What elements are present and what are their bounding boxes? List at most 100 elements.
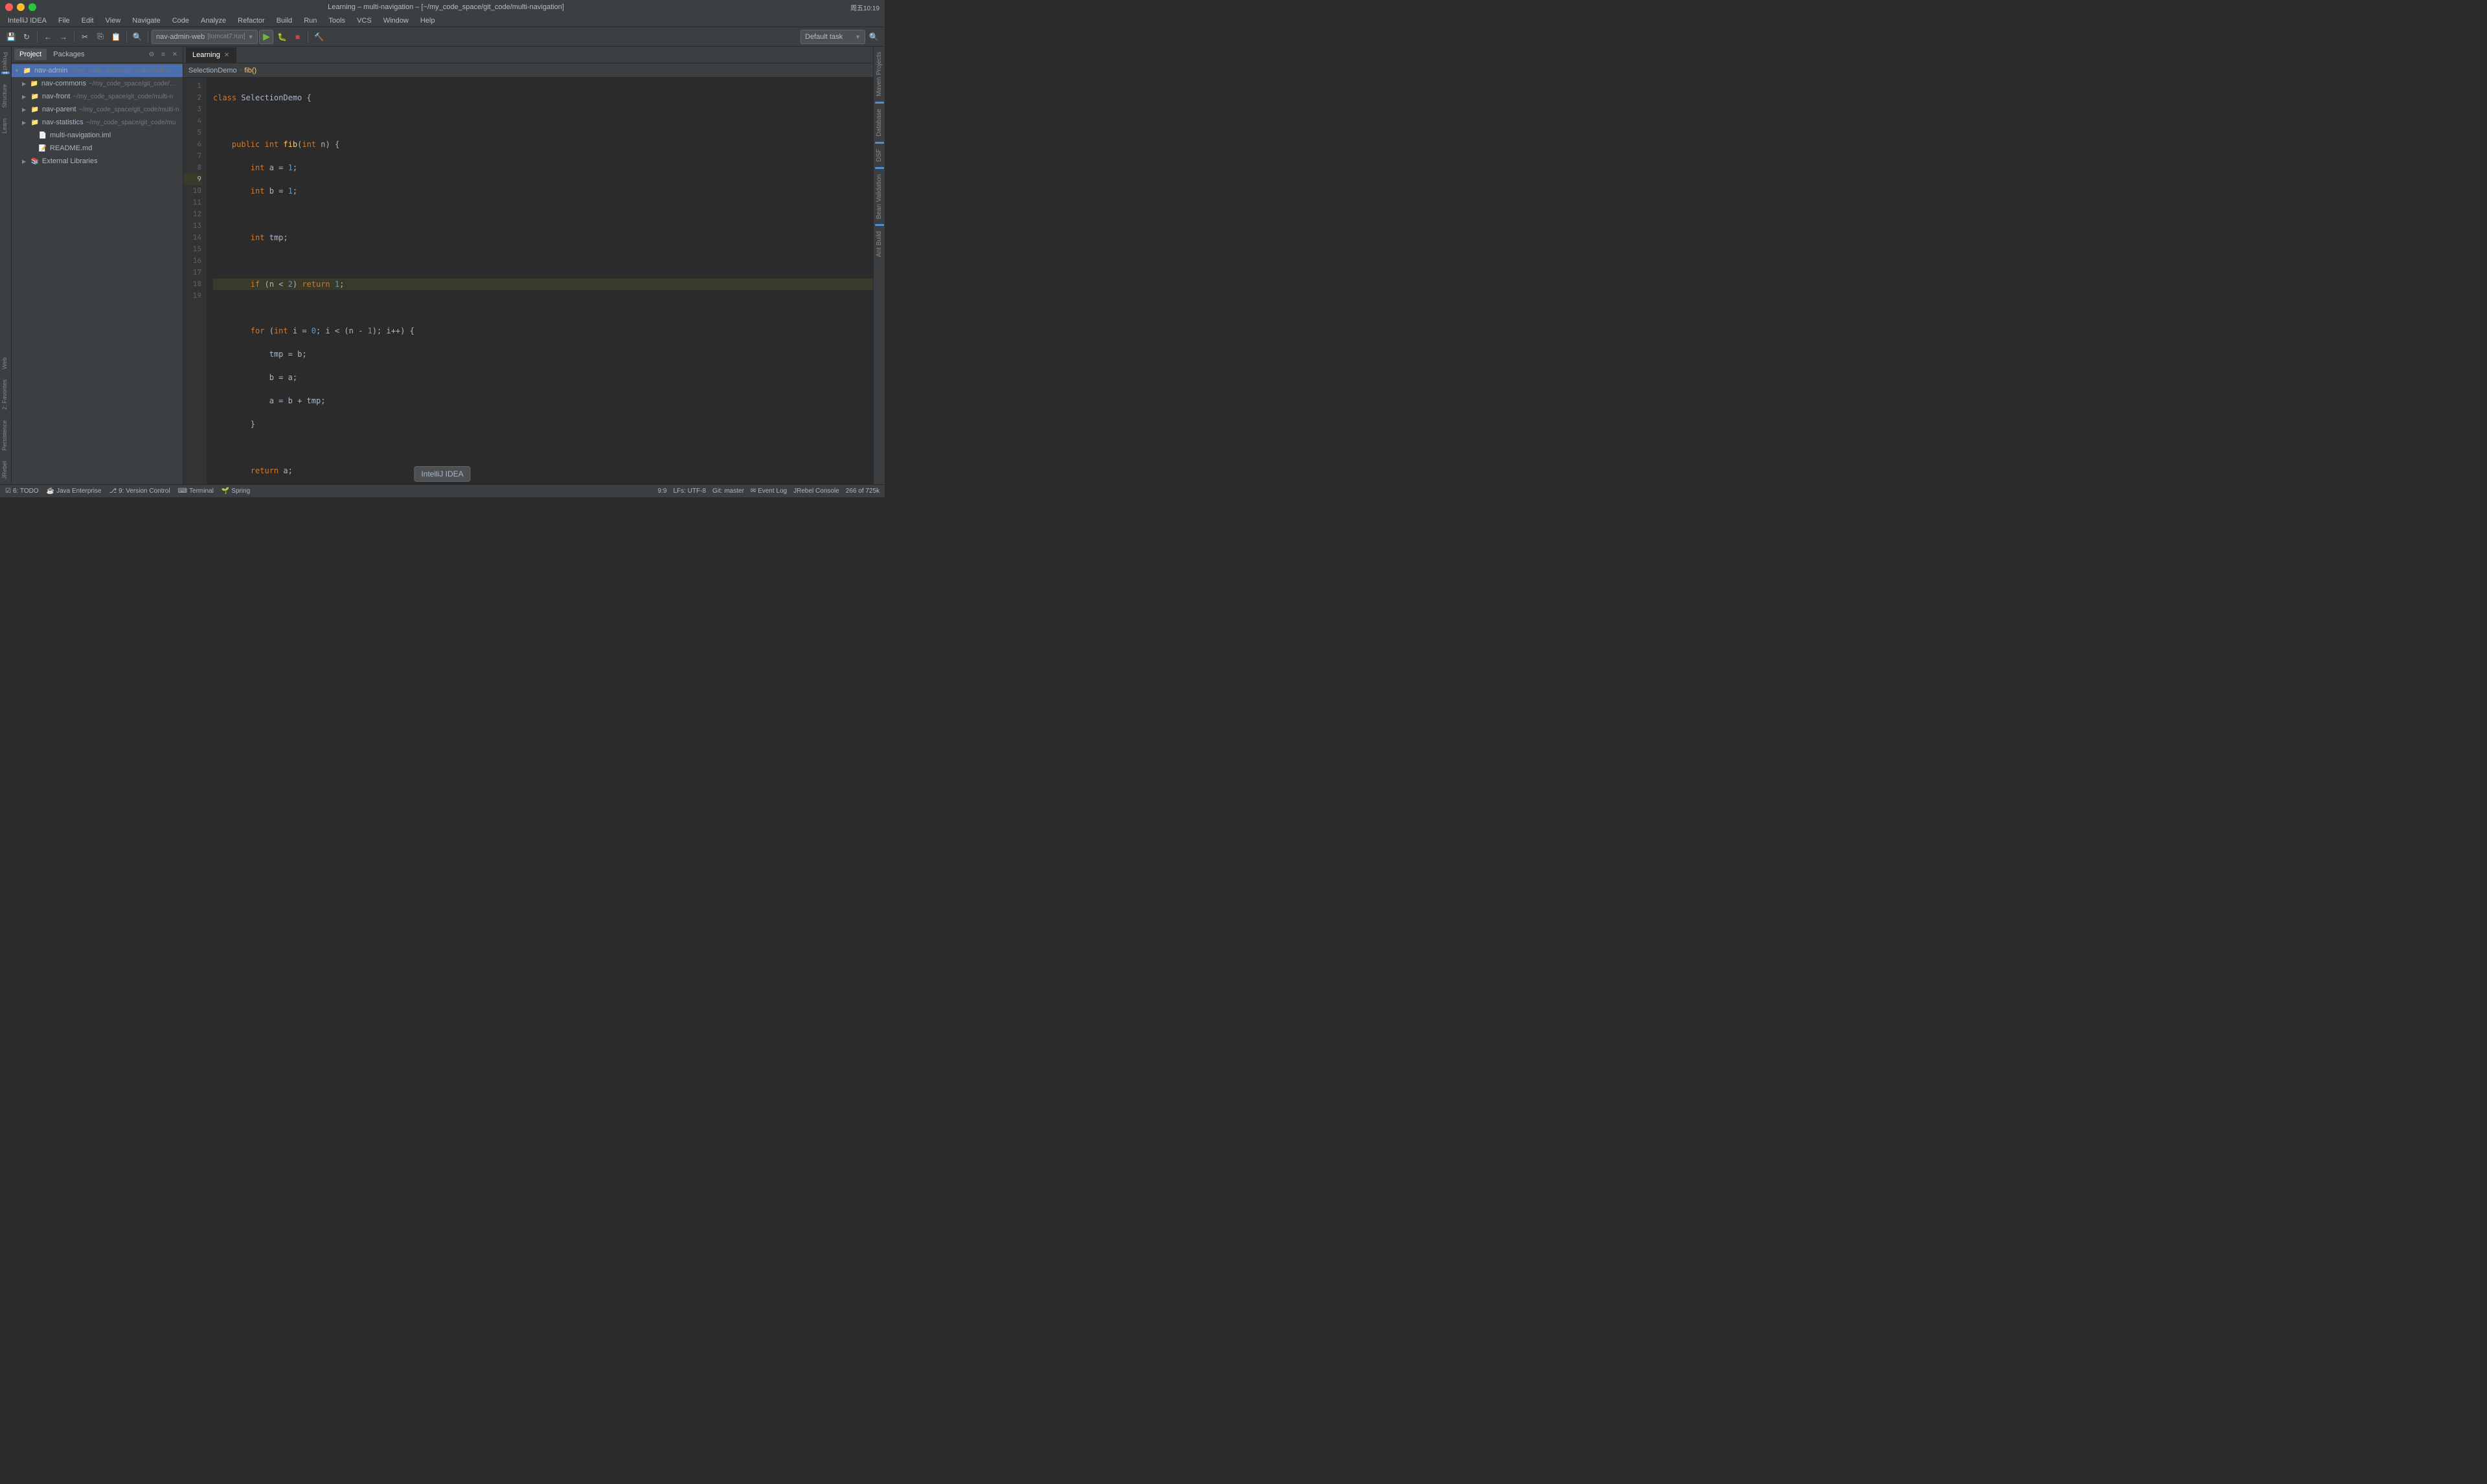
menu-analyze[interactable]: Analyze (196, 16, 231, 26)
tool-structure[interactable]: Structure (0, 79, 11, 113)
menu-help[interactable]: Help (415, 16, 440, 26)
terminal-icon: ⌨ (178, 488, 187, 495)
menu-run[interactable]: Run (299, 16, 322, 26)
tool-project[interactable]: 1Project (0, 47, 11, 79)
project-filter-icon[interactable]: ≡ (158, 49, 168, 60)
status-cursor[interactable]: 9:9 (658, 488, 667, 495)
terminal-label: Terminal (189, 488, 214, 495)
tool-ant-build[interactable]: Ant Build (874, 229, 884, 260)
menu-app[interactable]: IntelliJ IDEA (3, 16, 52, 26)
code-line-1: class SelectionDemo { (213, 92, 873, 104)
toolbar-find-btn[interactable]: 🔍 (130, 30, 144, 44)
title-right: 周五10:19 (850, 3, 880, 12)
close-button[interactable] (5, 3, 13, 11)
tool-maven[interactable]: Maven Projects (874, 49, 884, 99)
toolbar-build-btn[interactable]: 🔨 (312, 30, 326, 44)
menu-build[interactable]: Build (271, 16, 297, 26)
code-line-12: tmp = b; (213, 348, 873, 360)
toolbar-paste-btn[interactable]: 📋 (109, 30, 123, 44)
menu-window[interactable]: Window (378, 16, 414, 26)
tool-persistence[interactable]: Persistence (0, 415, 11, 456)
minimize-button[interactable] (17, 3, 25, 11)
tab-packages[interactable]: Packages (48, 49, 89, 60)
default-task-dropdown[interactable]: Default task ▼ (801, 30, 865, 44)
run-button[interactable]: ▶ (259, 30, 273, 44)
tab-project[interactable]: Project (14, 49, 47, 60)
menu-navigate[interactable]: Navigate (127, 16, 165, 26)
tree-item-readme[interactable]: ▶ 📝 README.md (12, 142, 183, 155)
status-todo[interactable]: ☑ 6: TODO (5, 488, 39, 495)
run-config-dropdown[interactable]: nav-admin-web [tomcat7:run] ▼ (152, 30, 258, 44)
left-tool-strip: 1Project Structure Learn Web 2: Favorite… (0, 47, 12, 484)
status-bar: ☑ 6: TODO ☕ Java Enterprise ⎇ 9: Version… (0, 484, 885, 497)
tree-item-iml[interactable]: ▶ 📄 multi-navigation.iml (12, 129, 183, 142)
tree-item-nav-parent[interactable]: ▶ 📁 nav-parent ~/my_code_space/git_code/… (12, 103, 183, 116)
code-line-15: } (213, 418, 873, 430)
code-line-11: for (int i = 0; i < (n - 1); i++) { (213, 325, 873, 337)
tree-item-nav-statistics[interactable]: ▶ 📁 nav-statistics ~/my_code_space/git_c… (12, 116, 183, 129)
status-vcs[interactable]: ⎇ 9: Version Control (109, 488, 170, 495)
status-java-enterprise[interactable]: ☕ Java Enterprise (47, 488, 102, 495)
code-editor[interactable]: class SelectionDemo { public int fib(int… (207, 78, 873, 484)
code-line-9: if (n < 2) return 1; (213, 278, 873, 290)
toolbar-save-btn[interactable]: 💾 (4, 30, 18, 44)
breadcrumb-class[interactable]: SelectionDemo (188, 67, 237, 74)
project-tab-bar: Project Packages ⚙ ≡ ✕ (12, 47, 183, 63)
code-line-8 (213, 255, 873, 267)
tool-learn[interactable]: Learn (0, 113, 11, 139)
module-icon: 📁 (30, 117, 40, 128)
toolbar-search-btn[interactable]: 🔍 (867, 30, 881, 44)
project-settings-icon[interactable]: ⚙ (146, 49, 157, 60)
menu-edit[interactable]: Edit (76, 16, 99, 26)
tool-favorites[interactable]: 2: Favorites (0, 374, 11, 415)
menu-file[interactable]: File (53, 16, 75, 26)
bottom-right: 9:9 LFs: UTF-8 Git: master ✉ Event Log J… (658, 488, 880, 495)
tree-item-ext-libs[interactable]: ▶ 📚 External Libraries (12, 155, 183, 168)
menu-tools[interactable]: Tools (323, 16, 350, 26)
breadcrumb-bar: SelectionDemo › fib() (183, 63, 873, 78)
toolbar-copy-btn[interactable]: ⎘ (93, 30, 108, 44)
tree-item-nav-admin[interactable]: ▼ 📁 nav-admin ~/my_code_space/git_code/m… (12, 64, 183, 77)
titlebar: Learning – multi-navigation – [~/my_code… (0, 0, 885, 14)
breadcrumb-method[interactable]: fib() (244, 67, 256, 74)
editor-tab-learning[interactable]: Learning ✕ (186, 47, 236, 63)
tool-dsf[interactable]: DSF (874, 146, 884, 164)
status-git[interactable]: Git: master (712, 488, 744, 495)
maximize-button[interactable] (28, 3, 36, 11)
code-line-7: int tmp; (213, 232, 873, 243)
title-time: 周五10:19 (850, 3, 880, 12)
default-task-label: Default task (805, 33, 843, 41)
stop-button[interactable]: ■ (290, 30, 304, 44)
toolbar-redo-btn[interactable]: → (56, 30, 71, 44)
code-editor-content[interactable]: 1 2 3 4 5 6 7 8 9 10 11 12 13 14 15 16 1… (183, 78, 873, 484)
tool-bean-validation[interactable]: Bean Validation (874, 172, 884, 221)
project-close-icon[interactable]: ✕ (170, 49, 180, 60)
tab-close-icon[interactable]: ✕ (224, 52, 229, 59)
menu-refactor[interactable]: Refactor (233, 16, 270, 26)
tool-web[interactable]: Web (0, 352, 11, 374)
jrebel-label: JRebel Console (793, 488, 839, 495)
status-terminal[interactable]: ⌨ Terminal (178, 488, 214, 495)
tree-item-nav-commons[interactable]: ▶ 📁 nav-commons ~/my_code_space/git_code… (12, 77, 183, 90)
menu-vcs[interactable]: VCS (352, 16, 377, 26)
file-icon: 📄 (38, 130, 48, 141)
encoding-label: LFs: UTF-8 (673, 488, 706, 495)
status-jrebel[interactable]: JRebel Console (793, 488, 839, 495)
event-log-label: ✉ Event Log (751, 488, 787, 495)
line-num: 6 (183, 139, 201, 150)
menu-view[interactable]: View (100, 16, 126, 26)
tree-label: nav-statistics (42, 118, 84, 126)
tree-path: ~/my_code_space/git_code/multi-n (89, 80, 180, 87)
tool-database[interactable]: Database (874, 106, 884, 139)
toolbar-sync-btn[interactable]: ↻ (19, 30, 34, 44)
status-encoding[interactable]: LFs: UTF-8 (673, 488, 706, 495)
status-spring[interactable]: 🌱 Spring (221, 488, 250, 495)
toolbar-cut-btn[interactable]: ✂ (78, 30, 92, 44)
file-icon: 📝 (38, 143, 48, 153)
toolbar-undo-btn[interactable]: ← (41, 30, 55, 44)
status-event-log[interactable]: ✉ Event Log (751, 488, 787, 495)
debug-button[interactable]: 🐛 (275, 30, 289, 44)
tool-jrebel[interactable]: JRebel (0, 456, 11, 484)
tree-item-nav-front[interactable]: ▶ 📁 nav-front ~/my_code_space/git_code/m… (12, 90, 183, 103)
menu-code[interactable]: Code (167, 16, 194, 26)
